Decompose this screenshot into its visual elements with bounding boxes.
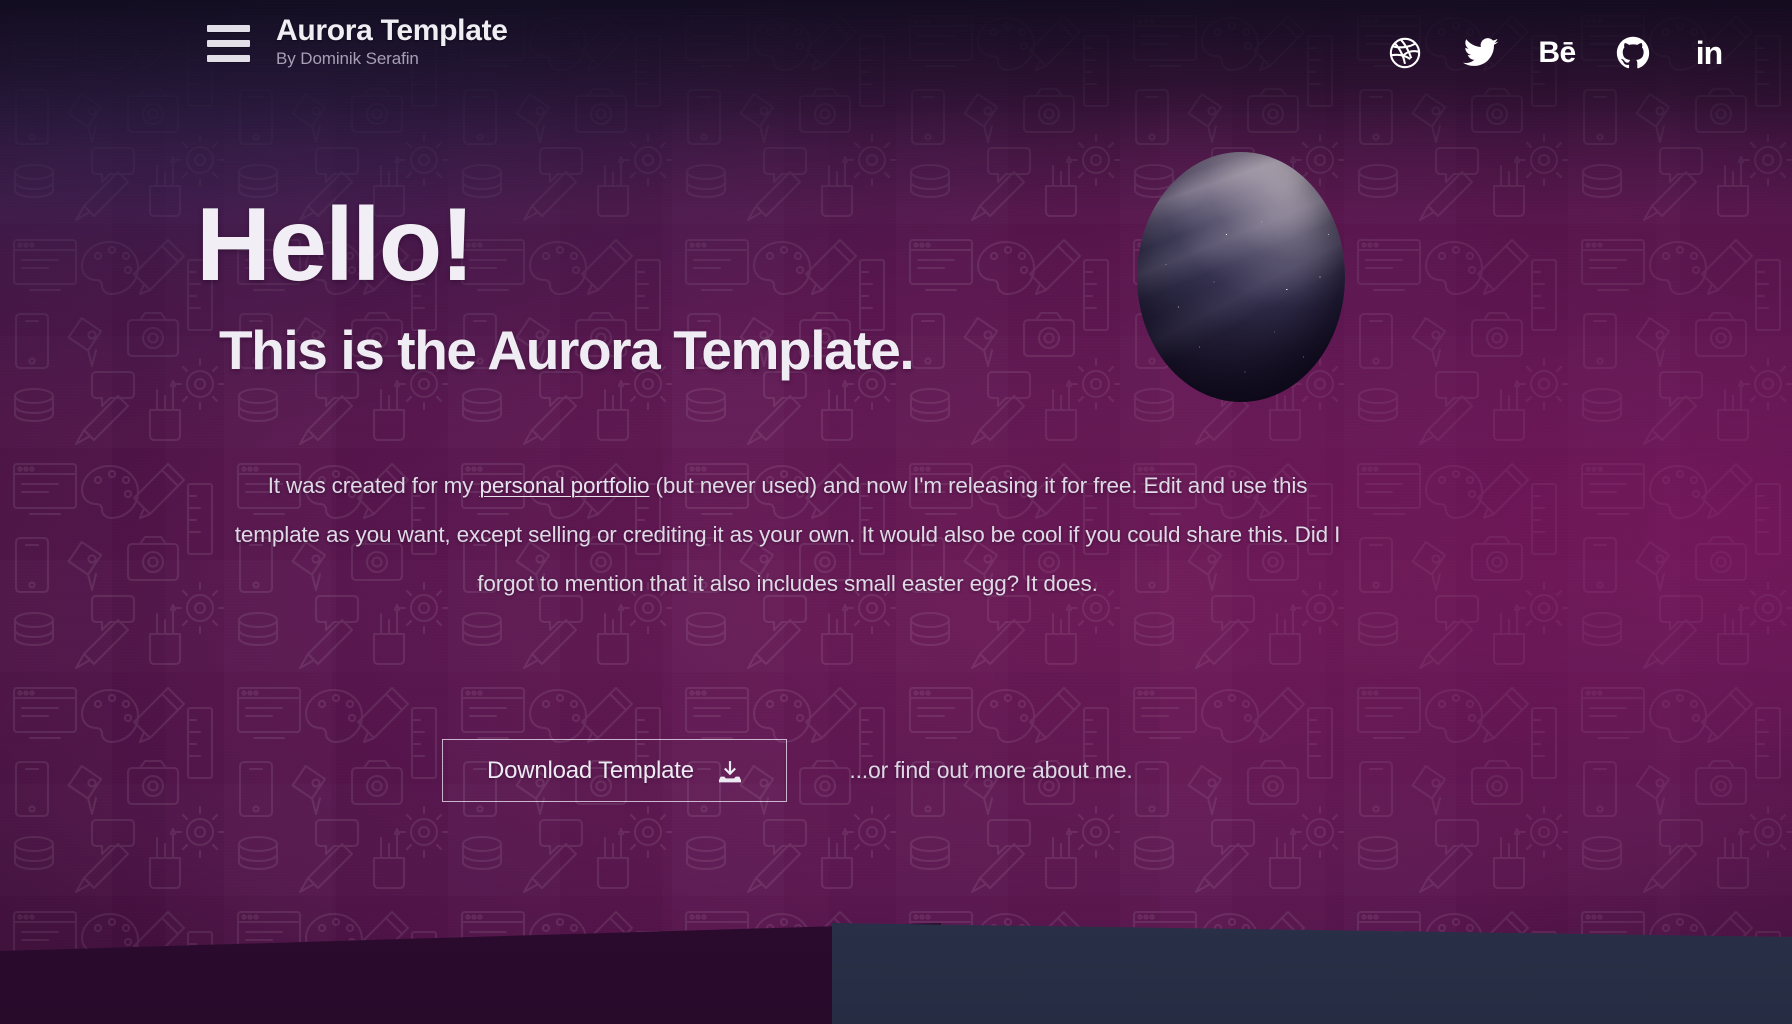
hamburger-bar-1	[207, 25, 250, 32]
paragraph-text-before: It was created for my	[267, 473, 480, 498]
linkedin-glyph: in	[1695, 35, 1723, 71]
aurora-planet-graphic	[1137, 152, 1345, 402]
brand-subtitle: By Dominik Serafin	[276, 48, 419, 68]
download-template-button[interactable]: Download Template	[442, 739, 788, 802]
social-links: Bē in	[1386, 34, 1728, 72]
linkedin-icon[interactable]: in	[1690, 34, 1728, 72]
personal-portfolio-link[interactable]: personal portfolio	[479, 473, 649, 498]
brand-title: Aurora Template	[276, 14, 508, 47]
behance-glyph: Bē	[1538, 36, 1576, 69]
next-section-left-panel	[0, 923, 941, 1024]
find-out-more-note: ...or find out more about me.	[849, 757, 1133, 783]
brand-area: Aurora Template By Dominik Serafin	[207, 14, 508, 69]
brand-text: Aurora Template By Dominik Serafin	[276, 14, 508, 69]
site-header: Aurora Template By Dominik Serafin Bē in	[0, 0, 1792, 92]
planet-shading	[1137, 152, 1345, 402]
hamburger-menu-icon[interactable]	[207, 23, 250, 64]
twitter-icon[interactable]	[1462, 34, 1500, 72]
behance-icon[interactable]: Bē	[1538, 34, 1576, 72]
dribbble-icon[interactable]	[1386, 34, 1424, 72]
hamburger-bar-2	[207, 40, 250, 47]
page-subtitle: This is the Aurora Template.	[219, 319, 915, 381]
hero-paragraph: It was created for my personal portfolio…	[231, 461, 1344, 608]
next-section-right-panel	[832, 923, 1792, 1024]
hamburger-bar-3	[207, 55, 250, 62]
github-icon[interactable]	[1614, 34, 1652, 72]
next-section-divider	[0, 889, 1792, 1024]
download-icon	[717, 759, 743, 785]
cta-row: Download Template ...or find out more ab…	[231, 739, 1344, 802]
page-title: Hello!	[196, 187, 475, 303]
download-button-label: Download Template	[486, 756, 694, 784]
page-root: Aurora Template By Dominik Serafin Bē in…	[0, 0, 1792, 1024]
